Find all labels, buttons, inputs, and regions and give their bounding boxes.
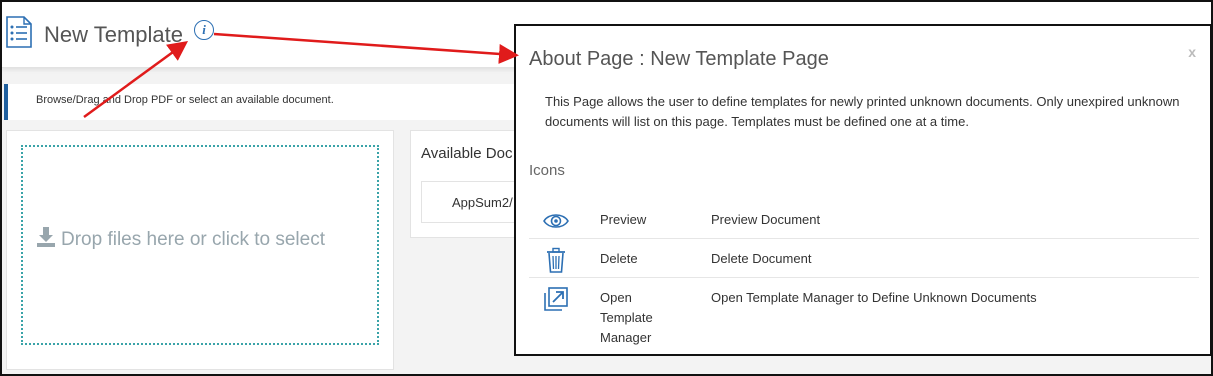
icon-description: Delete Document <box>711 251 812 266</box>
dropzone-label: Drop files here or click to select <box>37 227 367 251</box>
icon-legend-row: Open Template Manager Open Template Mana… <box>529 278 1199 348</box>
available-documents-title: Available Doc <box>421 145 513 162</box>
open-external-icon <box>544 287 568 311</box>
icon-description: Preview Document <box>711 212 821 227</box>
upload-panel: Drop files here or click to select <box>6 130 394 370</box>
eye-icon <box>543 214 569 228</box>
dialog-title: About Page : New Template Page <box>529 48 829 70</box>
dialog-description: This Page allows the user to define temp… <box>545 94 1180 129</box>
trash-icon <box>547 247 565 273</box>
document-list-icon <box>6 16 32 48</box>
icon-legend-table: Preview Preview Document Delete Delete D… <box>529 200 1199 348</box>
about-page-dialog: About Page : New Template Page x This Pa… <box>514 24 1212 356</box>
info-icon[interactable]: i <box>194 20 214 40</box>
available-document-label: AppSum2/ <box>452 195 513 210</box>
download-icon <box>37 227 55 247</box>
icons-heading: Icons <box>529 162 565 179</box>
icon-name: Preview <box>600 212 647 227</box>
icon-name: Delete <box>600 251 638 266</box>
page-title: New Template <box>44 22 183 47</box>
file-dropzone[interactable]: Drop files here or click to select <box>21 145 379 345</box>
icon-description: Open Template Manager to Define Unknown … <box>711 290 1037 305</box>
instruction-text: Browse/Drag and Drop PDF or select an av… <box>36 94 334 106</box>
icon-legend-row: Preview Preview Document <box>529 200 1199 239</box>
icon-name: Open Template Manager <box>600 290 653 345</box>
dropzone-text: Drop files here or click to select <box>61 229 325 250</box>
close-button[interactable]: x <box>1188 44 1196 60</box>
icon-legend-row: Delete Delete Document <box>529 239 1199 278</box>
